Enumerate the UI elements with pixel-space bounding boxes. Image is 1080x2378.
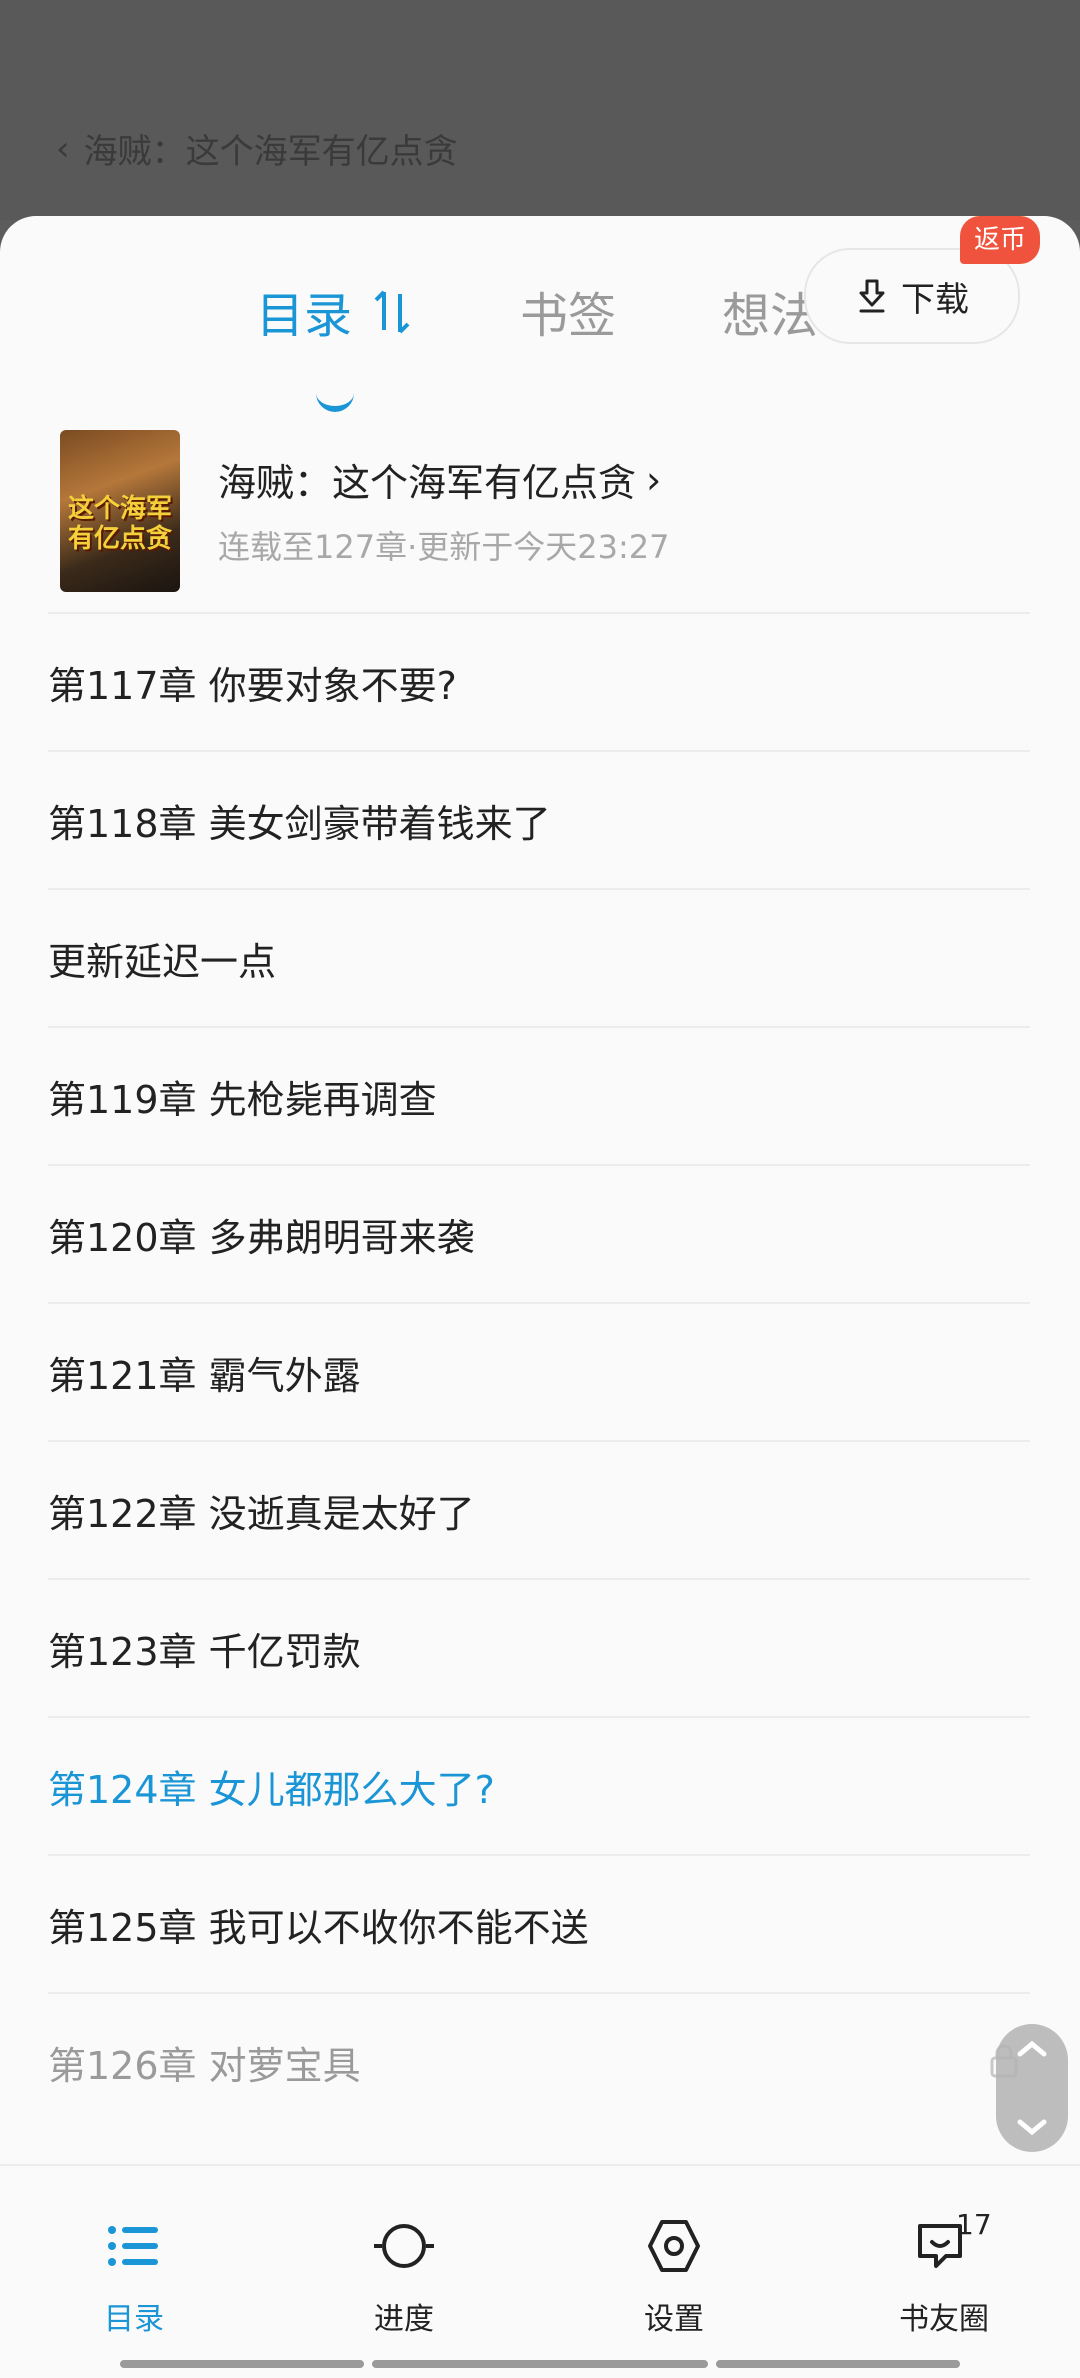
chapter-row-current[interactable]: 第124章 女儿都那么大了? — [48, 1716, 1030, 1854]
book-title-link[interactable]: 海贼：这个海军有亿点贪 › — [218, 452, 661, 507]
download-label: 下载 — [901, 279, 969, 320]
home-indicator-middle — [372, 2360, 708, 2368]
nav-catalog-label: 目录 — [104, 2302, 164, 2337]
book-cover[interactable]: 这个海军有亿点贪 — [60, 430, 180, 592]
chapter-row[interactable]: 第125章 我可以不收你不能不送 — [48, 1854, 1030, 1992]
toc-sheet: 目录 书签 想法 这个海军有亿点贪 海贼：这个海军有亿点贪 › 连载至127章·… — [0, 216, 1080, 2376]
chapter-row[interactable]: 第122章 没逝真是太好了 — [48, 1440, 1030, 1578]
chapter-row-locked[interactable]: 第126章 对萝宝具 — [48, 1992, 1030, 2130]
chapter-list: 第117章 你要对象不要? 第118章 美女剑豪带着钱来了 更新延迟一点 第11… — [48, 612, 1030, 2130]
chapter-row[interactable]: 更新延迟一点 — [48, 888, 1030, 1026]
chevron-right-icon: › — [646, 457, 662, 502]
nav-catalog[interactable]: 目录 — [54, 2216, 214, 2338]
download-icon — [859, 279, 885, 313]
cover-title: 这个海军有亿点贪 — [67, 494, 172, 554]
backdrop-title: 海贼：这个海军有亿点贪 — [83, 132, 458, 172]
book-title: 海贼：这个海军有亿点贪 — [218, 461, 637, 505]
tab-catalog[interactable]: 目录 — [256, 276, 352, 346]
chapter-row[interactable]: 第120章 多弗朗明哥来袭 — [48, 1164, 1030, 1302]
reader-backdrop: ‹ 海贼：这个海军有亿点贪 — [0, 0, 1080, 220]
progress-icon — [374, 2224, 434, 2268]
nav-book-circle-label: 书友圈 — [899, 2302, 989, 2337]
settings-icon — [648, 2220, 700, 2272]
nav-settings-label: 设置 — [644, 2302, 704, 2337]
home-indicator-left — [120, 2360, 364, 2368]
chapter-row[interactable]: 第121章 霸气外露 — [48, 1302, 1030, 1440]
chapter-row[interactable]: 第117章 你要对象不要? — [48, 612, 1030, 750]
scroll-up-icon[interactable] — [996, 2024, 1068, 2152]
nav-progress-label: 进度 — [374, 2302, 434, 2337]
sort-order-icon[interactable] — [372, 286, 412, 338]
chapter-row[interactable]: 第119章 先枪毙再调查 — [48, 1026, 1030, 1164]
active-tab-indicator — [316, 392, 354, 412]
tab-bookmarks[interactable]: 书签 — [520, 276, 616, 346]
nav-book-circle[interactable]: 17 书友圈 — [864, 2208, 1024, 2338]
book-meta: 连载至127章·更新于今天23:27 — [218, 528, 670, 566]
home-indicator-right — [716, 2360, 960, 2368]
backdrop-header[interactable]: ‹ 海贼：这个海军有亿点贪 — [56, 124, 458, 173]
coin-back-badge: 返币 — [960, 216, 1041, 264]
back-chevron-icon[interactable]: ‹ — [56, 129, 70, 169]
list-icon — [108, 2226, 158, 2266]
nav-progress[interactable]: 进度 — [324, 2216, 484, 2338]
chapter-row[interactable]: 第118章 美女剑豪带着钱来了 — [48, 750, 1030, 888]
book-circle-count: 17 — [956, 2208, 992, 2241]
nav-settings[interactable]: 设置 — [594, 2216, 754, 2338]
bottom-nav: 目录 进度 设置 17 书友圈 — [0, 2164, 1080, 2378]
page-scroller[interactable] — [996, 2024, 1068, 2152]
book-info: 这个海军有亿点贪 海贼：这个海军有亿点贪 › 连载至127章·更新于今天23:2… — [0, 422, 1080, 608]
chapter-row[interactable]: 第123章 千亿罚款 — [48, 1578, 1030, 1716]
